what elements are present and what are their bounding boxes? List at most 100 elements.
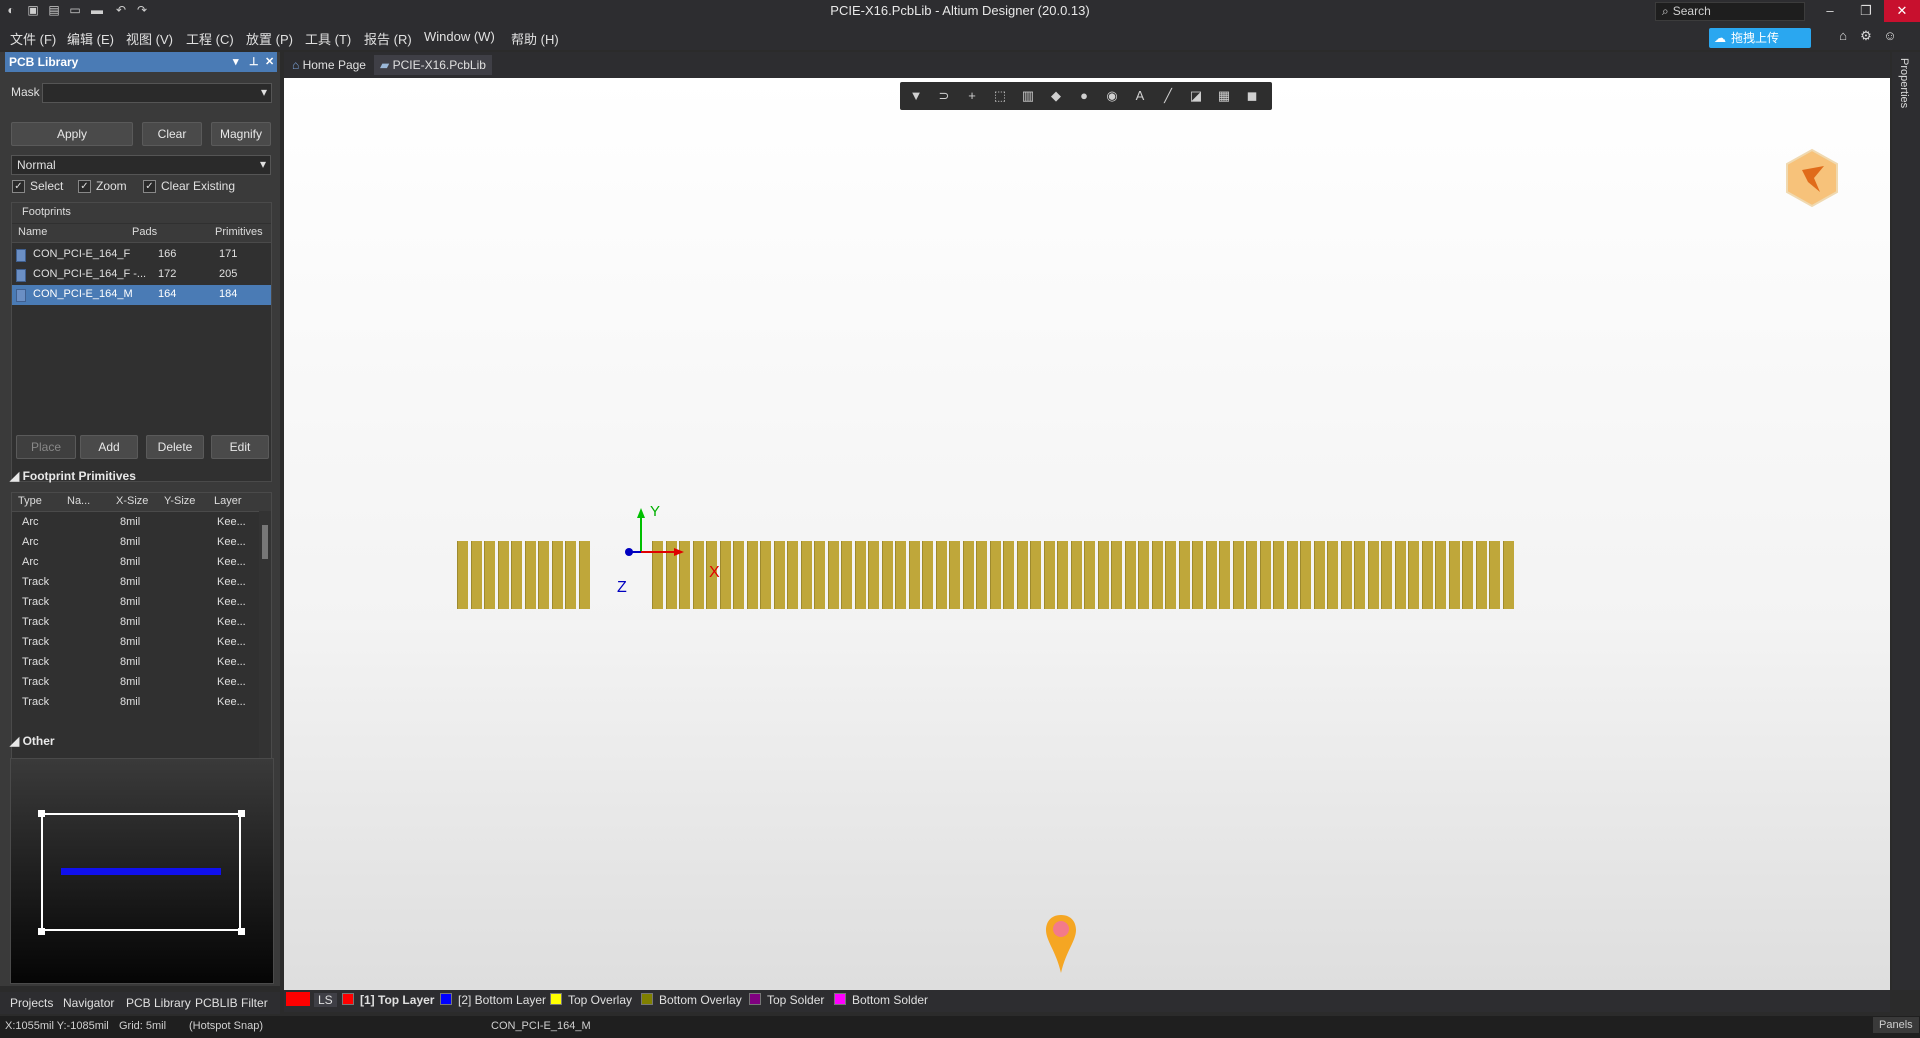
panels-button[interactable]: Panels (1873, 1017, 1919, 1033)
pad[interactable] (1070, 541, 1082, 609)
layer-top-overlay[interactable]: Top Overlay (550, 993, 632, 1007)
preview-handle[interactable] (238, 810, 245, 817)
tab-projects[interactable]: Projects (10, 996, 53, 1010)
pad[interactable] (1151, 541, 1163, 609)
scrollbar-thumb[interactable] (262, 525, 268, 559)
pad[interactable] (881, 541, 893, 609)
primitive-row[interactable]: Arc 8mil Kee... (12, 513, 271, 533)
pad[interactable] (1354, 541, 1365, 609)
col-name[interactable]: Name (18, 226, 47, 238)
menu-view[interactable]: 视图 (V) (126, 29, 173, 48)
tab-navigator[interactable]: Navigator (63, 996, 114, 1010)
pad[interactable] (1016, 541, 1028, 609)
col-type[interactable]: Type (18, 495, 42, 507)
pad[interactable] (1327, 541, 1338, 609)
pad[interactable] (922, 541, 933, 609)
pad[interactable] (1273, 541, 1284, 609)
pad[interactable] (565, 541, 576, 609)
pad[interactable] (497, 541, 509, 609)
pad[interactable] (854, 541, 866, 609)
footprint-row-selected[interactable]: CON_PCI-E_164_M 164 184 (12, 285, 271, 305)
preview-handle[interactable] (38, 928, 45, 935)
tab-home-page[interactable]: ⌂ Home Page (286, 55, 372, 75)
tab-pcb-library[interactable]: PCB Library (126, 996, 191, 1010)
pad[interactable] (1205, 541, 1217, 609)
other-section-title[interactable]: ◢ Other (10, 734, 55, 748)
footprint-row[interactable]: CON_PCI-E_164_F 166 171 (12, 245, 271, 265)
pad[interactable] (511, 541, 522, 609)
footprint-row[interactable]: CON_PCI-E_164_F -... 172 205 (12, 265, 271, 285)
panel-menu-icon[interactable]: ▾ (233, 52, 239, 72)
pad[interactable] (1030, 541, 1041, 609)
layer-top[interactable]: [1] Top Layer (342, 993, 434, 1007)
pad[interactable] (1097, 541, 1109, 609)
edit-button[interactable]: Edit (211, 435, 269, 459)
primitive-row[interactable]: Track 8mil Kee... (12, 593, 271, 613)
pad[interactable] (1057, 541, 1068, 609)
primitive-row[interactable]: Track 8mil Kee... (12, 633, 271, 653)
pad[interactable] (989, 541, 1001, 609)
primitive-row[interactable]: Track 8mil Kee... (12, 613, 271, 633)
primitive-row[interactable]: Arc 8mil Kee... (12, 553, 271, 573)
pad[interactable] (1138, 541, 1149, 609)
pad[interactable] (1003, 541, 1014, 609)
close-button[interactable]: ✕ (1884, 0, 1920, 22)
pad[interactable] (1178, 541, 1190, 609)
pad[interactable] (524, 541, 536, 609)
select-checkbox[interactable]: ✓ (12, 180, 25, 193)
pad[interactable] (1435, 541, 1446, 609)
mask-input[interactable]: ▾ (42, 83, 272, 103)
col-xsize[interactable]: X-Size (116, 495, 148, 507)
pad[interactable] (1408, 541, 1419, 609)
pad[interactable] (1502, 541, 1514, 609)
col-primitives[interactable]: Primitives (215, 226, 263, 238)
primitive-row[interactable]: Arc 8mil Kee... (12, 533, 271, 553)
pad[interactable] (773, 541, 785, 609)
pad[interactable] (908, 541, 920, 609)
layer-bottom[interactable]: [2] Bottom Layer (440, 993, 546, 1007)
gear-icon[interactable]: ⚙ (1858, 28, 1874, 44)
pad[interactable] (895, 541, 906, 609)
pad[interactable] (827, 541, 839, 609)
pad[interactable] (1084, 541, 1095, 609)
search-input[interactable]: ⌕ Search (1655, 2, 1805, 21)
pad[interactable] (814, 541, 825, 609)
primitives-scrollbar[interactable] (259, 511, 271, 775)
footprint-primitives-title[interactable]: ◢ Footprint Primitives (10, 469, 136, 483)
pad[interactable] (760, 541, 771, 609)
pad[interactable] (538, 541, 549, 609)
pad[interactable] (1111, 541, 1122, 609)
pad[interactable] (1219, 541, 1230, 609)
menu-window[interactable]: Window (W) (424, 29, 495, 44)
pad[interactable] (1421, 541, 1433, 609)
pad[interactable] (1381, 541, 1392, 609)
pad[interactable] (1475, 541, 1487, 609)
primitive-row[interactable]: Track 8mil Kee... (12, 693, 271, 713)
pad[interactable] (1232, 541, 1244, 609)
menu-tools[interactable]: 工具 (T) (305, 29, 351, 48)
col-layer[interactable]: Layer (214, 495, 242, 507)
pad[interactable] (949, 541, 960, 609)
pad[interactable] (1246, 541, 1257, 609)
pad[interactable] (746, 541, 758, 609)
clear-button[interactable]: Clear (142, 122, 202, 146)
col-pads[interactable]: Pads (132, 226, 157, 238)
pad[interactable] (1489, 541, 1500, 609)
pad[interactable] (976, 541, 987, 609)
home-icon[interactable]: ⌂ (1835, 28, 1851, 44)
layer-bottom-solder[interactable]: Bottom Solder (834, 993, 928, 1007)
pad[interactable] (1300, 541, 1311, 609)
pad[interactable] (470, 541, 482, 609)
location-pin-icon[interactable] (1044, 913, 1078, 975)
pad[interactable] (578, 541, 590, 609)
magnify-button[interactable]: Magnify (211, 122, 271, 146)
pad[interactable] (1462, 541, 1473, 609)
pad[interactable] (733, 541, 744, 609)
menu-reports[interactable]: 报告 (R) (364, 29, 412, 48)
pad[interactable] (551, 541, 563, 609)
delete-button[interactable]: Delete (146, 435, 204, 459)
col-ysize[interactable]: Y-Size (164, 495, 195, 507)
pad[interactable] (1340, 541, 1352, 609)
restore-button[interactable]: ❐ (1848, 0, 1884, 22)
minimize-button[interactable]: – (1812, 0, 1848, 22)
